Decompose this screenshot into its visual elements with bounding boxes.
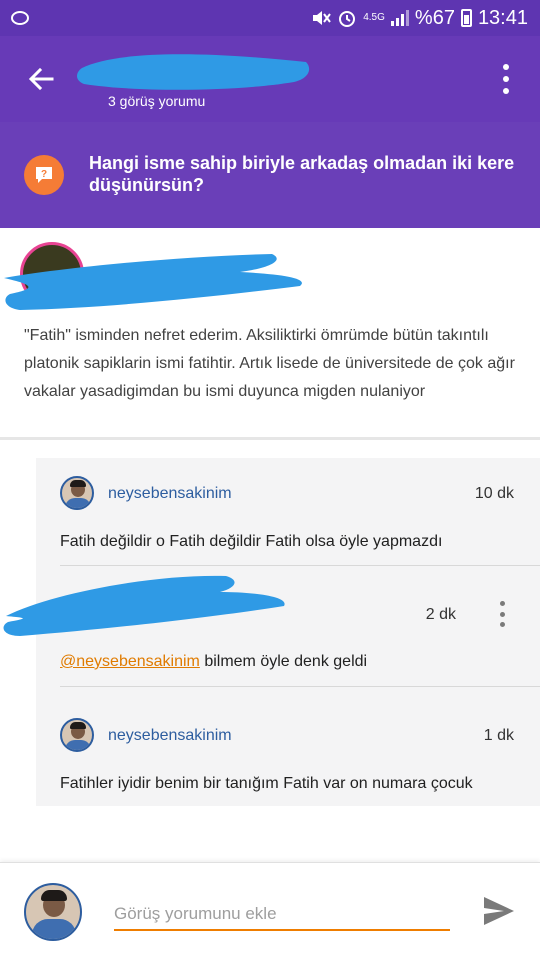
reply-item: neysebensakinim 1 dk Fatihler iyidir ben… [36, 686, 540, 806]
overflow-menu-icon[interactable] [498, 64, 514, 94]
alarm-icon [339, 11, 356, 27]
reply-username[interactable]: neysebensakinim [108, 727, 232, 745]
reply-avatar[interactable] [60, 476, 94, 510]
mute-icon [313, 11, 332, 25]
opinion-count: 3 görüş yorumu [108, 93, 206, 109]
opinion-card: "Fatih" isminden nefret ederim. Aksilikt… [0, 228, 540, 438]
reply-text: Fatihler iyidir benim bir tanığım Fatih … [60, 775, 473, 792]
back-arrow-icon[interactable] [24, 62, 58, 96]
battery-percent: %67 [414, 6, 455, 29]
redacted-author [4, 254, 302, 310]
my-avatar[interactable] [24, 883, 82, 941]
reply-text-content: bilmem öyle denk geldi [199, 653, 368, 670]
reply-item: neysebensakinim 10 dk Fatih değildir o F… [36, 458, 540, 566]
send-icon[interactable] [482, 895, 516, 927]
question-bubble-icon: ? [24, 155, 64, 195]
reply-text: Fatih değildir o Fatih değildir Fatih ol… [60, 533, 443, 550]
comment-input[interactable] [114, 893, 450, 931]
app-bar: 3 görüş yorumu [0, 36, 540, 122]
reply-avatar[interactable] [60, 718, 94, 752]
redacted-username [3, 575, 285, 636]
network-type: 4.5G [363, 12, 385, 23]
clock: 13:41 [477, 6, 528, 29]
divider [0, 437, 540, 440]
compose-bar [0, 862, 540, 960]
status-bar: 4.5G %67 13:41 [0, 0, 540, 36]
reply-more-icon[interactable] [498, 601, 506, 627]
notification-ring-icon [11, 11, 29, 25]
user-mention[interactable]: @neysebensakinim [60, 653, 200, 670]
battery-icon [460, 9, 472, 27]
reply-username[interactable]: neysebensakinim [108, 485, 232, 503]
reply-time: 2 dk [425, 606, 456, 623]
svg-text:?: ? [41, 169, 47, 180]
reply-text: @neysebensakinim bilmem öyle denk geldi [60, 653, 367, 671]
status-icons: 4.5G %67 13:41 [311, 4, 528, 32]
reply-time: 10 dk [474, 485, 514, 502]
opinion-text: "Fatih" isminden nefret ederim. Aksilikt… [24, 327, 515, 400]
question-text: Hangi isme sahip biriyle arkadaş olmadan… [89, 153, 515, 195]
signal-icon [390, 10, 409, 26]
redacted-title [77, 54, 310, 90]
reply-time: 1 dk [483, 727, 514, 744]
question-banner[interactable]: ? Hangi isme sahip biriyle arkadaş olmad… [0, 122, 540, 228]
